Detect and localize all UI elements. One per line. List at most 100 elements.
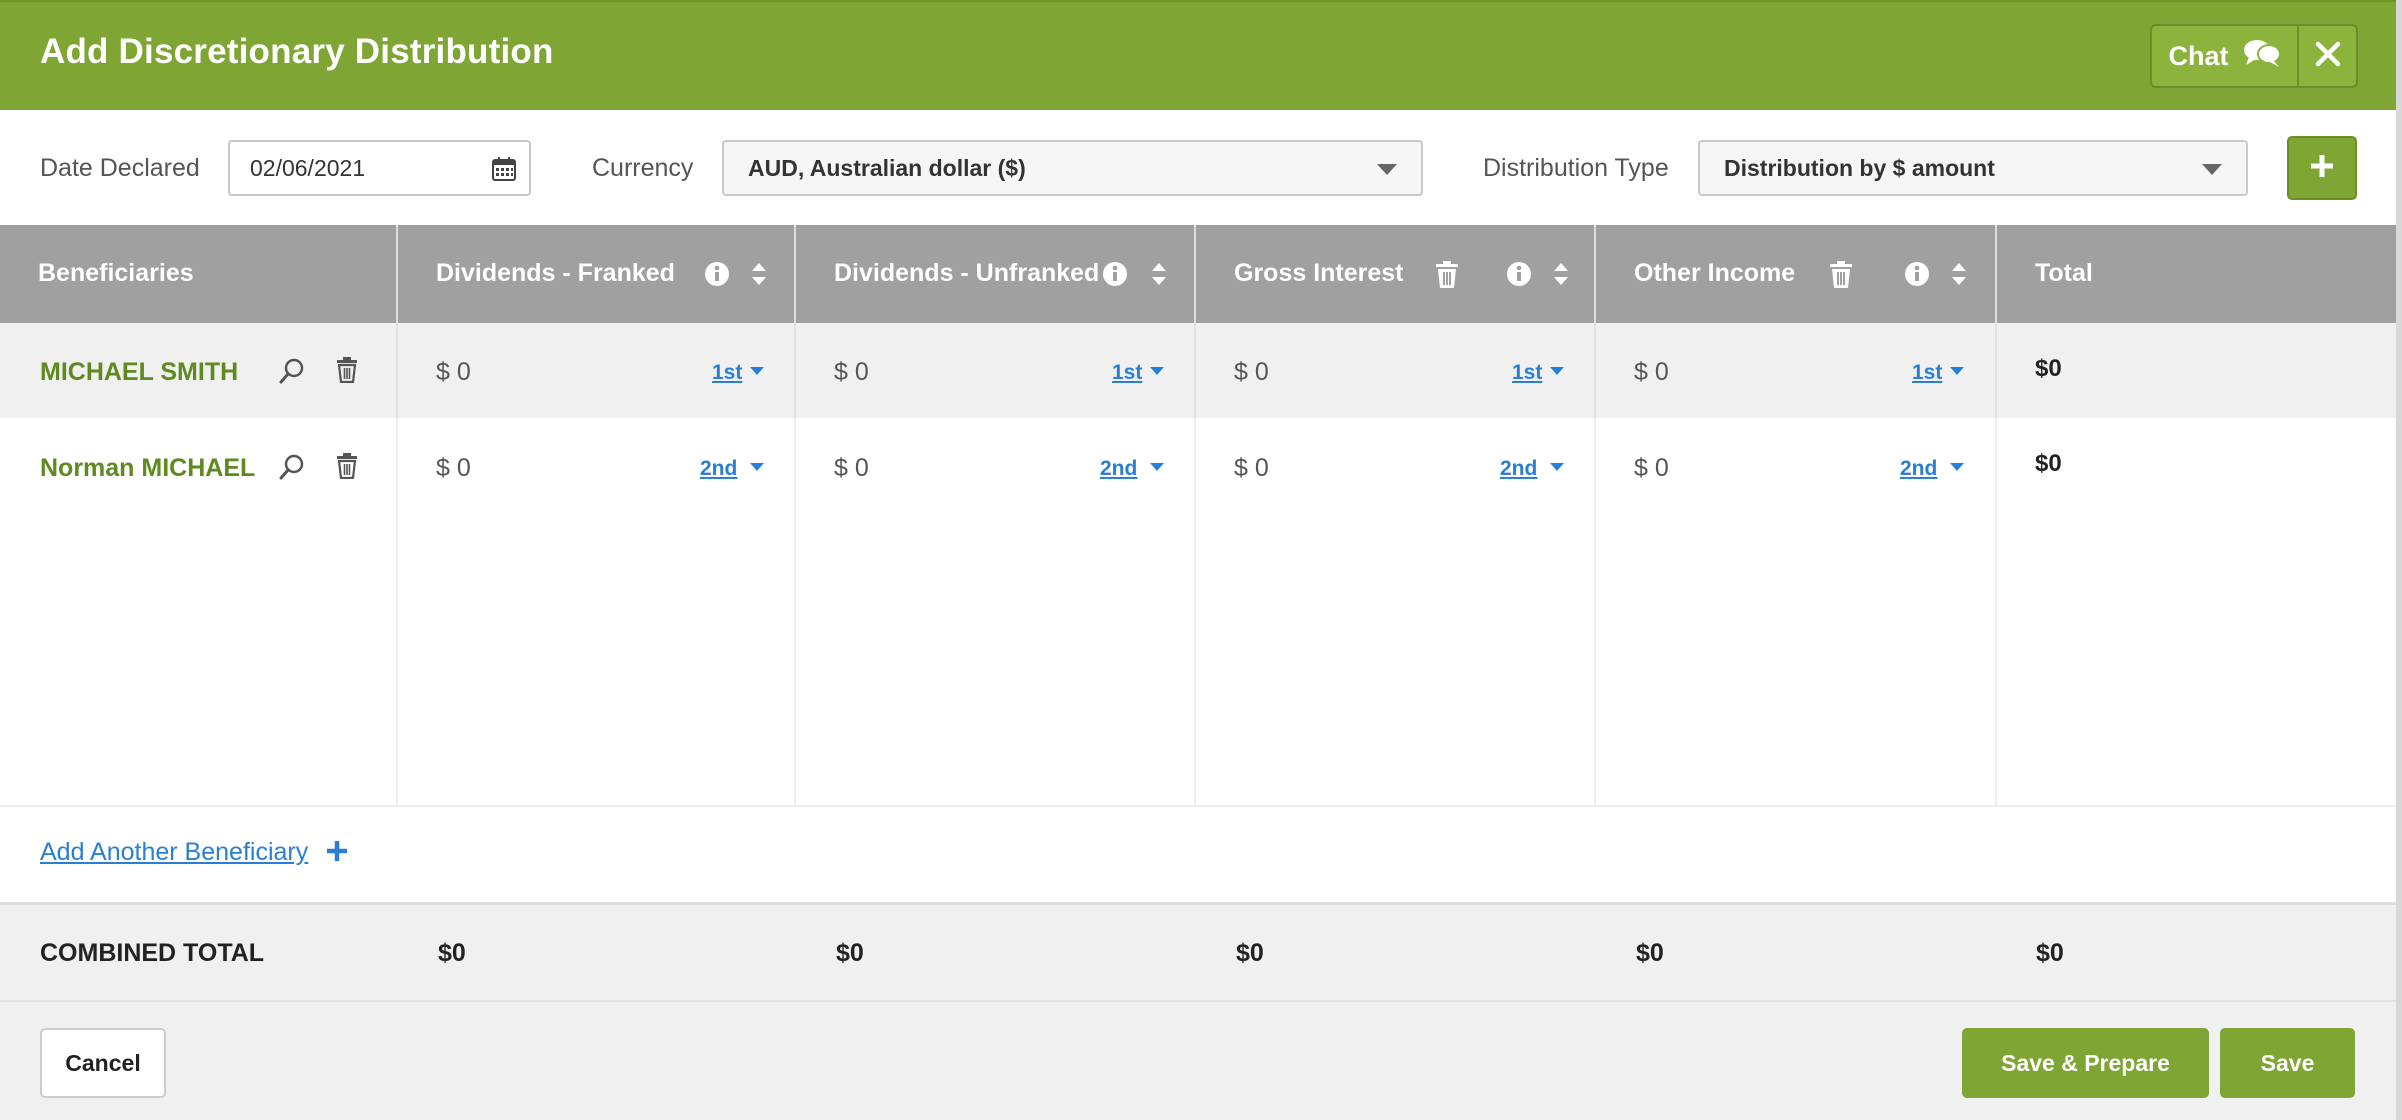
chevron-down-icon[interactable]	[1950, 367, 1964, 375]
amount-value[interactable]: $ 0	[834, 454, 869, 483]
info-icon[interactable]	[1506, 261, 1532, 294]
cancel-button[interactable]: Cancel	[40, 1028, 166, 1098]
plus-icon[interactable]	[326, 840, 348, 867]
combined-total-label: COMBINED TOTAL	[40, 939, 265, 967]
table-header: Beneficiaries Dividends - Franked Divide…	[0, 225, 2396, 323]
header-label: Gross Interest	[1234, 259, 1404, 287]
plus-icon	[2309, 153, 2335, 184]
calendar-icon[interactable]	[491, 156, 517, 188]
order-dropdown[interactable]: 2nd	[700, 457, 737, 481]
order-dropdown[interactable]: 1st	[712, 361, 742, 385]
info-icon[interactable]	[704, 261, 730, 294]
combined-value: $0	[836, 939, 864, 967]
beneficiary-cell: Norman MICHAEL	[0, 418, 398, 805]
header-label: Dividends - Unfranked	[834, 259, 1100, 287]
amount-value[interactable]: $ 0	[1234, 454, 1269, 483]
combined-value: $0	[438, 939, 466, 967]
header-label: Beneficiaries	[38, 259, 194, 287]
search-icon[interactable]	[278, 453, 306, 486]
amount-value[interactable]: $ 0	[436, 358, 471, 387]
amount-cell[interactable]: $ 0 2nd	[1196, 418, 1596, 805]
chat-bubbles-icon	[2243, 38, 2281, 75]
order-dropdown[interactable]: 1st	[1112, 361, 1142, 385]
amount-value[interactable]: $ 0	[436, 454, 471, 483]
distribution-type-select[interactable]: Distribution by $ amount	[1698, 140, 2248, 196]
combined-value: $0	[1636, 939, 1664, 967]
total-cell: $0	[1997, 418, 2396, 805]
chevron-down-icon	[1377, 164, 1397, 175]
save-prepare-button[interactable]: Save & Prepare	[1962, 1028, 2209, 1098]
amount-cell[interactable]: $ 0 2nd	[398, 418, 796, 805]
trash-icon[interactable]	[1434, 261, 1460, 296]
amount-value[interactable]: $ 0	[1234, 358, 1269, 387]
amount-cell[interactable]: $ 0 2nd	[1596, 418, 1997, 805]
amount-cell[interactable]: $ 0 1st	[796, 323, 1196, 418]
distribution-type-label: Distribution Type	[1483, 154, 1669, 182]
chat-button[interactable]: Chat	[2152, 26, 2299, 86]
amount-value[interactable]: $ 0	[834, 358, 869, 387]
combined-value: $0	[2036, 939, 2064, 967]
amount-cell[interactable]: $ 0 1st	[1596, 323, 1997, 418]
beneficiary-name[interactable]: Norman MICHAEL	[40, 454, 255, 483]
add-beneficiary-link[interactable]: Add Another Beneficiary	[40, 838, 308, 867]
order-dropdown[interactable]: 2nd	[1900, 457, 1937, 481]
header-label: Other Income	[1634, 259, 1796, 287]
header-other-income: Other Income	[1596, 225, 1997, 323]
search-icon[interactable]	[278, 357, 306, 390]
chevron-down-icon[interactable]	[750, 463, 764, 471]
add-column-button[interactable]	[2287, 136, 2357, 200]
trash-icon[interactable]	[1828, 261, 1854, 296]
chevron-down-icon[interactable]	[1550, 367, 1564, 375]
combined-value: $0	[1236, 939, 1264, 967]
sort-icon[interactable]	[750, 261, 768, 294]
amount-cell[interactable]: $ 0 1st	[398, 323, 796, 418]
amount-value[interactable]: $ 0	[1634, 358, 1669, 387]
header-label: Dividends - Franked	[436, 259, 675, 287]
distribution-modal: Add Discretionary Distribution Chat Date…	[0, 0, 2402, 1120]
chat-label: Chat	[2168, 40, 2229, 71]
sort-icon[interactable]	[1950, 261, 1968, 294]
sort-icon[interactable]	[1552, 261, 1570, 294]
row-total: $0	[2035, 355, 2062, 382]
save-button[interactable]: Save	[2220, 1028, 2355, 1098]
amount-value[interactable]: $ 0	[1634, 454, 1669, 483]
order-dropdown[interactable]: 1st	[1912, 361, 1942, 385]
header-label: Total	[2035, 259, 2093, 287]
divider	[0, 805, 2396, 807]
distribution-type-value: Distribution by $ amount	[1724, 154, 1995, 181]
chevron-down-icon	[2202, 164, 2222, 175]
close-icon	[2315, 41, 2341, 72]
beneficiary-name[interactable]: MICHAEL SMITH	[40, 358, 238, 387]
toolbar: Date Declared 02/06/2021 Currency AUD, A…	[0, 110, 2396, 225]
info-icon[interactable]	[1102, 261, 1128, 294]
currency-value: AUD, Australian dollar ($)	[748, 154, 1026, 181]
trash-icon[interactable]	[336, 453, 358, 484]
table-row: MICHAEL SMITH $ 0 1st $ 0 1st $ 0 1st $ …	[0, 323, 2396, 418]
trash-icon[interactable]	[336, 357, 358, 388]
row-total: $0	[2035, 450, 2062, 477]
table-row: Norman MICHAEL $ 0 2nd $ 0 2nd $ 0 2nd $…	[0, 418, 2396, 805]
order-dropdown[interactable]: 2nd	[1500, 457, 1537, 481]
chevron-down-icon[interactable]	[750, 367, 764, 375]
chevron-down-icon[interactable]	[1150, 367, 1164, 375]
sort-icon[interactable]	[1150, 261, 1168, 294]
info-icon[interactable]	[1904, 261, 1930, 294]
total-cell: $0	[1997, 323, 2396, 418]
modal-header: Add Discretionary Distribution Chat	[0, 0, 2396, 110]
amount-cell[interactable]: $ 0 2nd	[796, 418, 1196, 805]
header-total: Total	[1997, 225, 2396, 323]
combined-total-row: COMBINED TOTAL $0 $0 $0 $0 $0	[0, 902, 2396, 1000]
chevron-down-icon[interactable]	[1150, 463, 1164, 471]
close-button[interactable]	[2299, 26, 2356, 86]
chevron-down-icon[interactable]	[1950, 463, 1964, 471]
amount-cell[interactable]: $ 0 1st	[1196, 323, 1596, 418]
order-dropdown[interactable]: 2nd	[1100, 457, 1137, 481]
date-declared-input[interactable]: 02/06/2021	[228, 140, 531, 196]
header-actions: Chat	[2150, 24, 2358, 88]
currency-select[interactable]: AUD, Australian dollar ($)	[722, 140, 1423, 196]
chevron-down-icon[interactable]	[1550, 463, 1564, 471]
beneficiary-cell: MICHAEL SMITH	[0, 323, 398, 418]
header-dividends-unfranked: Dividends - Unfranked	[796, 225, 1196, 323]
header-dividends-franked: Dividends - Franked	[398, 225, 796, 323]
order-dropdown[interactable]: 1st	[1512, 361, 1542, 385]
